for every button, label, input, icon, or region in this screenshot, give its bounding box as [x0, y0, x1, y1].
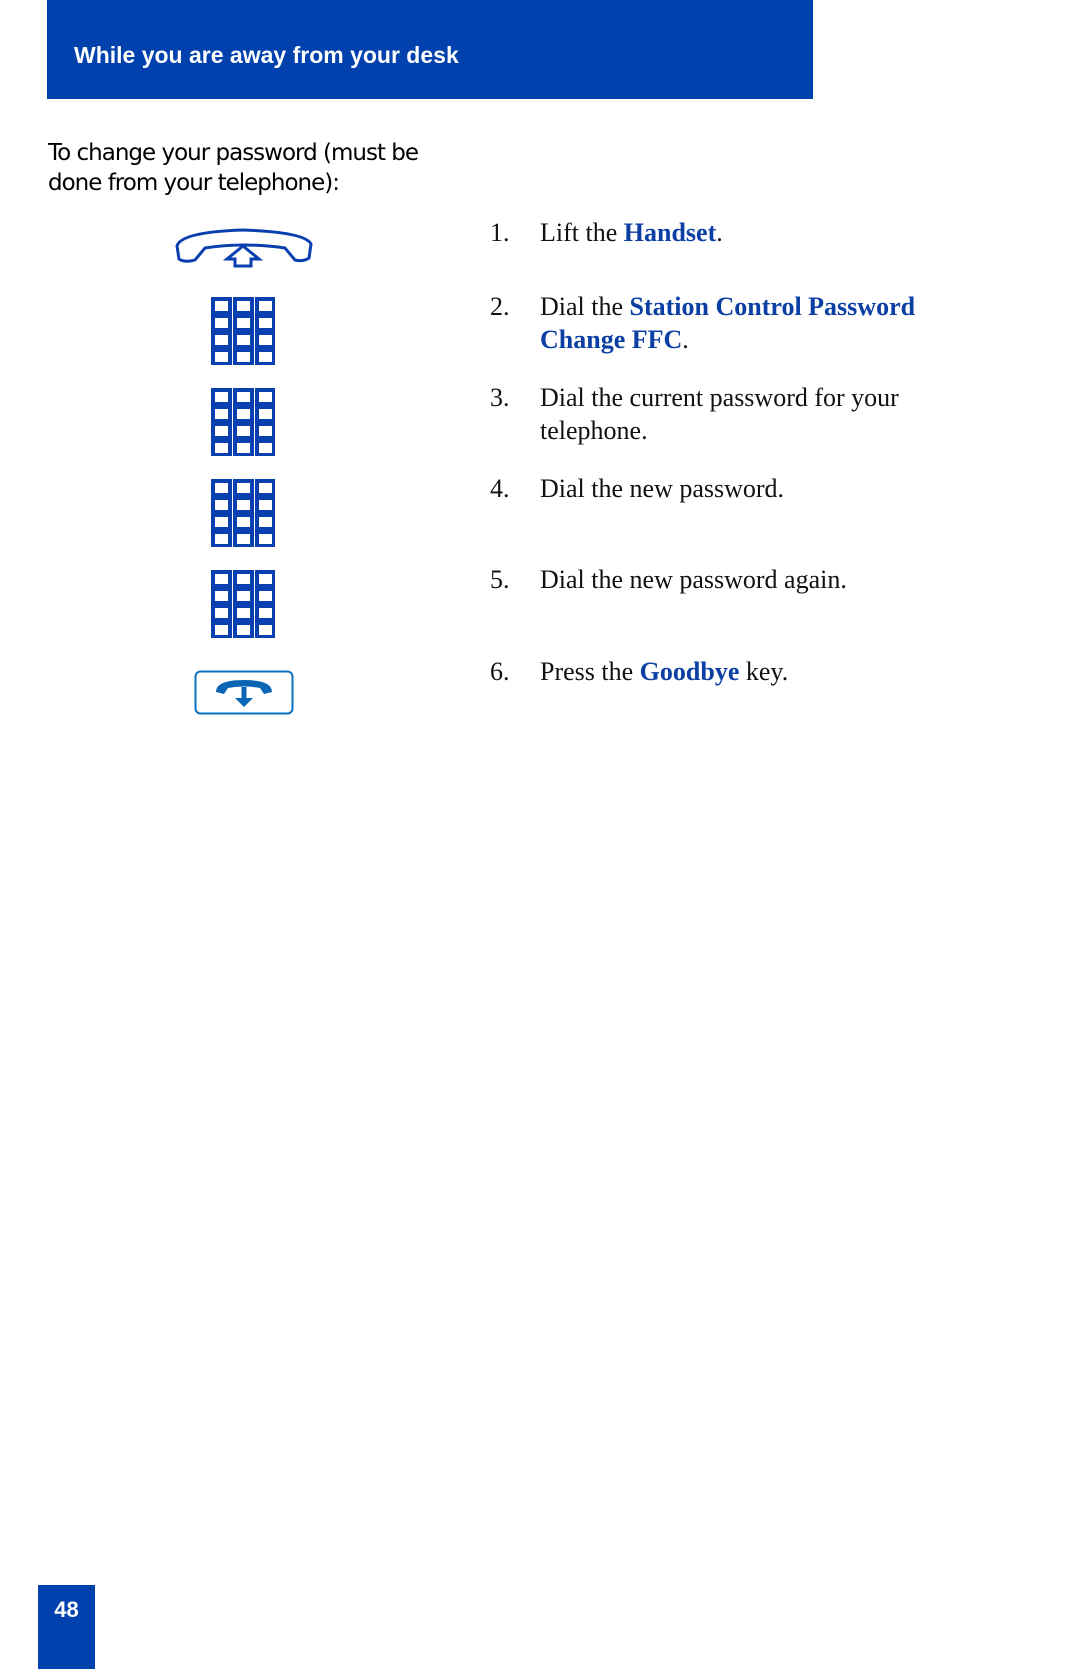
- page-number: 48: [54, 1597, 79, 1622]
- dialpad-key: [211, 314, 232, 332]
- dialpad-key: [211, 348, 232, 365]
- dialpad-key: [211, 621, 232, 638]
- dialpad-key: [255, 388, 275, 406]
- dialpad-key: [255, 348, 275, 365]
- dialpad-key: [233, 314, 254, 332]
- step-number: 1.: [490, 218, 510, 247]
- header-bar: While you are away from your desk: [47, 0, 813, 99]
- dialpad-key: [255, 570, 275, 588]
- dialpad-key: [233, 496, 254, 514]
- dialpad-key: [255, 439, 275, 456]
- key-name: Handset: [623, 218, 717, 247]
- step-number: 5.: [490, 565, 510, 594]
- dialpad-key: [211, 388, 232, 406]
- step-number: 3.: [490, 383, 510, 412]
- dialpad-key: [211, 496, 232, 514]
- dialpad-key: [233, 439, 254, 456]
- dialpad-key: [233, 348, 254, 365]
- dialpad-key: [211, 479, 232, 497]
- dialpad-key: [255, 496, 275, 514]
- dialpad-icon: [211, 479, 275, 547]
- dialpad-key: [233, 570, 254, 588]
- dialpad-key: [233, 405, 254, 423]
- dialpad-key: [211, 587, 232, 605]
- dialpad-key: [211, 405, 232, 423]
- dialpad-key: [255, 297, 275, 315]
- dialpad-key: [233, 530, 254, 547]
- dialpad-key: [233, 297, 254, 315]
- page-number-tab: 48: [38, 1585, 95, 1669]
- dialpad-key: [255, 621, 275, 638]
- header-title: While you are away from your desk: [74, 42, 459, 68]
- dialpad-key: [233, 422, 254, 440]
- dialpad-key: [211, 297, 232, 315]
- dialpad-key: [233, 388, 254, 406]
- dialpad-key: [211, 422, 232, 440]
- dialpad-key: [233, 331, 254, 349]
- dialpad-key: [255, 513, 275, 531]
- goodbye-key-icon: [194, 670, 294, 715]
- key-name: Goodbye: [639, 657, 740, 686]
- step-number: 6.: [490, 657, 510, 686]
- dialpad-key: [255, 405, 275, 423]
- dialpad-key: [255, 422, 275, 440]
- dialpad-icon: [211, 388, 275, 456]
- step-number: 4.: [490, 474, 510, 503]
- handset-lift-icon: [173, 226, 315, 268]
- dialpad-key: [211, 331, 232, 349]
- dialpad-key: [255, 530, 275, 547]
- dialpad-key: [255, 604, 275, 622]
- dialpad-key: [255, 331, 275, 349]
- dialpad-key: [211, 570, 232, 588]
- dialpad-key: [255, 479, 275, 497]
- dialpad-key: [233, 604, 254, 622]
- dialpad-icon: [211, 297, 275, 365]
- dialpad-key: [255, 314, 275, 332]
- dialpad-key: [211, 530, 232, 547]
- dialpad-key: [211, 604, 232, 622]
- dialpad-key: [233, 479, 254, 497]
- dialpad-key: [233, 621, 254, 638]
- dialpad-key: [233, 587, 254, 605]
- dialpad-key: [233, 513, 254, 531]
- dialpad-key: [211, 439, 232, 456]
- dialpad-key: [255, 587, 275, 605]
- section-heading: To change your password (must be done fr…: [48, 140, 419, 196]
- step-number: 2.: [490, 292, 510, 321]
- dialpad-key: [211, 513, 232, 531]
- dialpad-icon: [211, 570, 275, 638]
